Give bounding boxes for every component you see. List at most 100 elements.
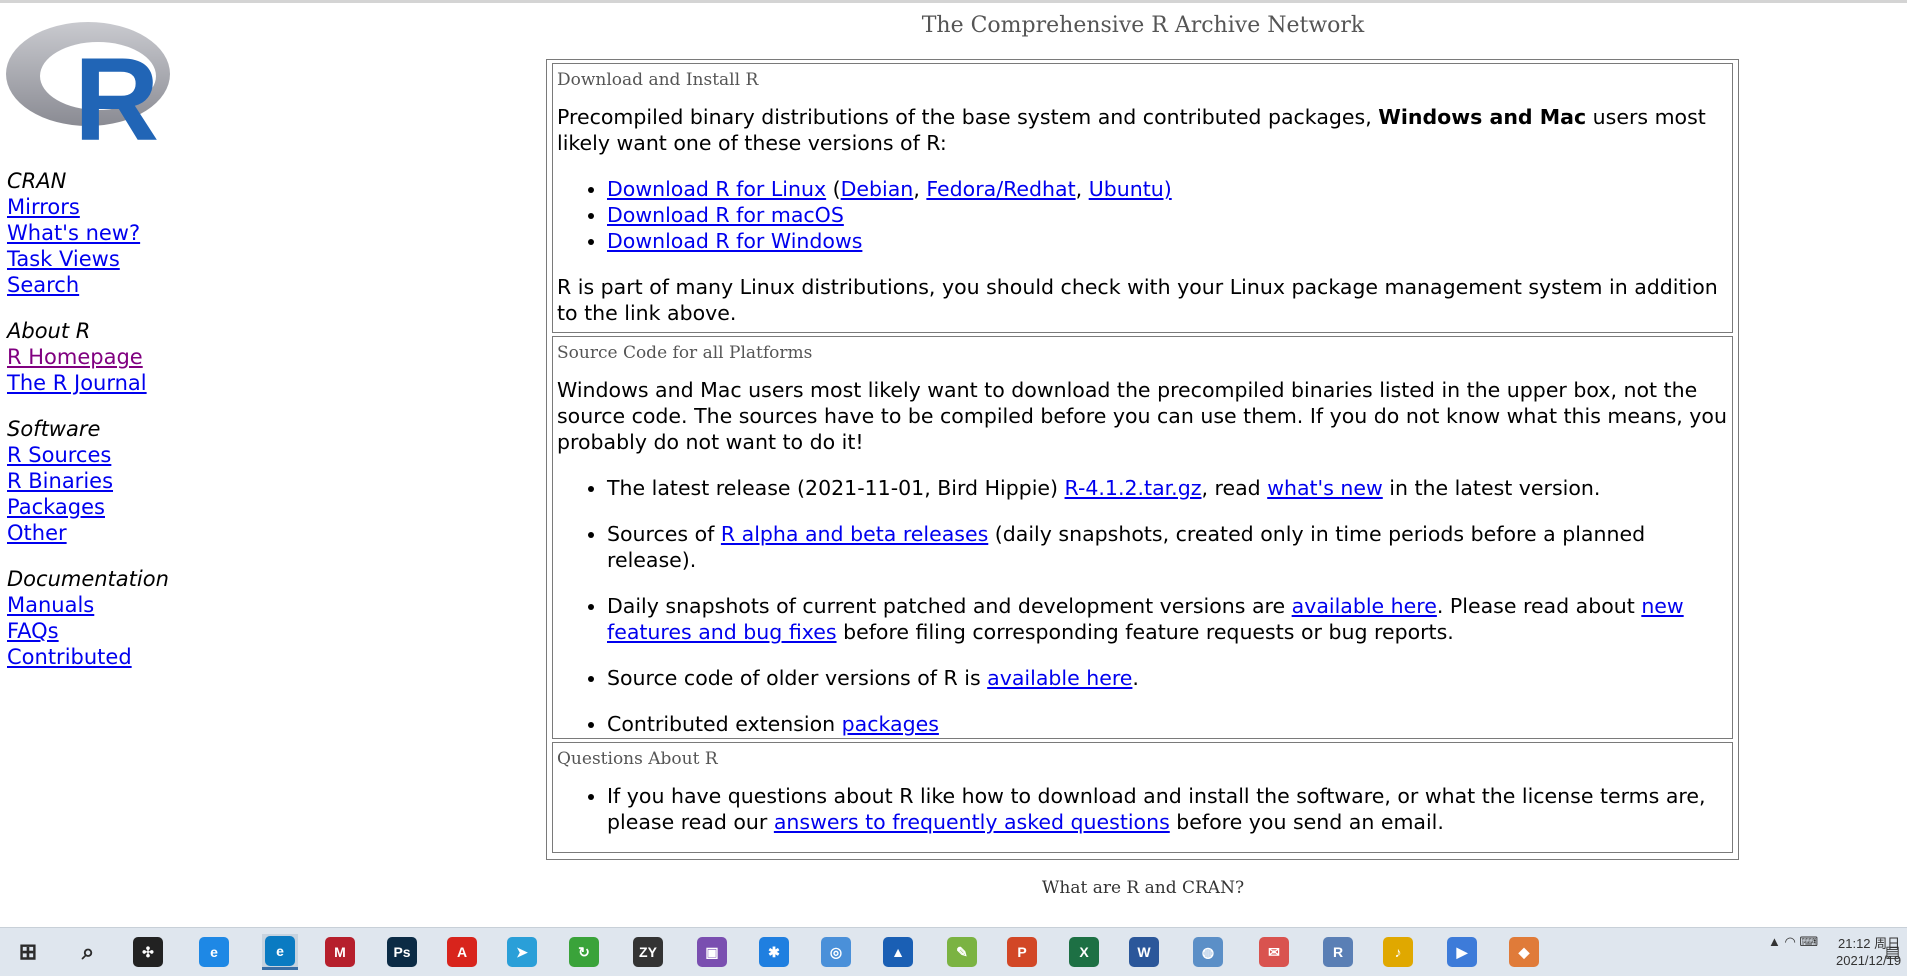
bag-app-icon[interactable]: ◆ (1506, 934, 1542, 970)
powerpoint-icon-glyph: P (1007, 937, 1037, 967)
nav-link-manuals[interactable]: Manuals (7, 592, 94, 618)
nav-link-faqs[interactable]: FAQs (7, 618, 59, 644)
nav-link-packages[interactable]: Packages (7, 494, 105, 520)
nav-group-documentation: Documentation Manuals FAQs Contributed (7, 566, 267, 670)
download-macos-link[interactable]: Download R for macOS (607, 203, 844, 227)
item-text: , read (1201, 476, 1268, 500)
nav-link-r-journal[interactable]: The R Journal (7, 370, 147, 396)
pointer-app-icon[interactable]: ▲ (880, 934, 916, 970)
item-text: in the latest version. (1382, 476, 1601, 500)
nav-group-about-r: About R R Homepage The R Journal (7, 318, 267, 396)
network-app-icon[interactable]: ◎ (818, 934, 854, 970)
assistant-icon[interactable]: ✱ (756, 934, 792, 970)
list-item: The latest release (2021-11-01, Bird Hip… (607, 475, 1728, 501)
ubuntu-link[interactable]: Ubuntu) (1089, 177, 1172, 201)
mendeley-icon[interactable]: M (322, 934, 358, 970)
r-app-icon-glyph: R (1323, 937, 1353, 967)
search-icon[interactable]: ⌕ (70, 934, 106, 970)
list-item: Source code of older versions of R is av… (607, 665, 1728, 691)
nav-link-search[interactable]: Search (7, 272, 79, 298)
pinwheel-app-icon[interactable]: ✣ (130, 934, 166, 970)
mendeley-icon-glyph: M (325, 937, 355, 967)
item-text: . (1132, 666, 1139, 690)
alpha-beta-link[interactable]: R alpha and beta releases (721, 522, 988, 546)
source-intro: Windows and Mac users most likely want t… (557, 378, 1727, 454)
paren-text: ( (826, 177, 841, 201)
globe-app-icon[interactable]: ◍ (1190, 934, 1226, 970)
nav-link-whats-new[interactable]: What's new? (7, 220, 140, 246)
search-icon-glyph: ⌕ (81, 939, 95, 964)
item-text: Contributed extension (607, 712, 842, 736)
r-app-icon[interactable]: R (1320, 934, 1356, 970)
page-title: The Comprehensive R Archive Network (921, 13, 1365, 38)
excel-icon[interactable]: X (1066, 934, 1102, 970)
update-icon[interactable]: ↻ (566, 934, 602, 970)
tray-wifi-icon[interactable]: ▲ ◠ ⌨ (1768, 934, 1818, 950)
windows-taskbar: ⊞ ⌕ ✣ e e M Ps A ➤ ↻ ZY ▣ ✱ ◎ ▲ ✎ P X W ◍ ✉ R ♪ ▶ ◆ ▲ ◠ ⌨ 21:12 … (0, 927, 1907, 976)
latest-release-link[interactable]: R-4.1.2.tar.gz (1065, 476, 1202, 500)
sidebar-nav: CRAN Mirrors What's new? Task Views Sear… (7, 168, 267, 690)
download-windows-link[interactable]: Download R for Windows (607, 229, 862, 253)
questions-list: If you have questions about R like how t… (557, 783, 1728, 835)
item-text: Source code of older versions of R is (607, 666, 988, 690)
pinwheel-app-icon-glyph: ✣ (133, 937, 163, 967)
older-versions-link[interactable]: available here (987, 666, 1132, 690)
media-app-icon[interactable]: ♪ (1380, 934, 1416, 970)
download-intro-text: Precompiled binary distributions of the … (557, 105, 1379, 129)
download-linux-link[interactable]: Download R for Linux (607, 177, 826, 201)
nav-link-contributed[interactable]: Contributed (7, 644, 132, 670)
top-border (0, 0, 1907, 3)
video-app-icon[interactable]: ▶ (1444, 934, 1480, 970)
fedora-link[interactable]: Fedora/Redhat (926, 177, 1075, 201)
questions-panel-title: Questions About R (557, 749, 718, 769)
word-icon[interactable]: W (1126, 934, 1162, 970)
notes-app-icon-glyph: ✎ (947, 937, 977, 967)
nav-link-r-sources[interactable]: R Sources (7, 442, 111, 468)
faq-answers-link[interactable]: answers to frequently asked questions (774, 810, 1170, 834)
contributed-packages-link[interactable]: packages (842, 712, 939, 736)
update-icon-glyph: ↻ (569, 937, 599, 967)
comma-text: , (1075, 177, 1089, 201)
photoshop-icon[interactable]: Ps (384, 934, 420, 970)
telegram-icon[interactable]: ➤ (504, 934, 540, 970)
telegram-icon-glyph: ➤ (507, 937, 537, 967)
nav-link-other[interactable]: Other (7, 520, 67, 546)
globe-app-icon-glyph: ◍ (1193, 937, 1223, 967)
list-item: Contributed extension packages (607, 711, 1728, 737)
list-item: Download R for Windows (607, 228, 1728, 254)
internet-explorer-icon[interactable]: e (196, 934, 232, 970)
notes-app-icon[interactable]: ✎ (944, 934, 980, 970)
r-logo[interactable]: R (6, 12, 174, 144)
nav-link-r-homepage[interactable]: R Homepage (7, 344, 143, 370)
acrobat-icon[interactable]: A (444, 934, 480, 970)
powerpoint-icon[interactable]: P (1004, 934, 1040, 970)
nav-link-r-binaries[interactable]: R Binaries (7, 468, 113, 494)
svg-text:R: R (74, 34, 159, 144)
list-item: Daily snapshots of current patched and d… (607, 593, 1728, 645)
zotero-icon[interactable]: ZY (630, 934, 666, 970)
section-heading-what-are-r-cran: What are R and CRAN? (1041, 878, 1245, 898)
item-text: Daily snapshots of current patched and d… (607, 594, 1292, 618)
zotero-icon-glyph: ZY (633, 937, 663, 967)
mail-app-icon[interactable]: ✉ (1256, 934, 1292, 970)
snapshots-available-link[interactable]: available here (1292, 594, 1437, 618)
source-panel: Source Code for all Platforms Windows an… (552, 336, 1733, 739)
item-text: before filing corresponding feature requ… (836, 620, 1454, 644)
photo-viewer-icon[interactable]: ▣ (694, 934, 730, 970)
download-panel: Download and Install R Precompiled binar… (552, 63, 1733, 333)
nav-link-mirrors[interactable]: Mirrors (7, 194, 80, 220)
nav-heading-documentation: Documentation (7, 567, 169, 591)
list-item: If you have questions about R like how t… (607, 783, 1728, 835)
mail-app-icon-glyph: ✉ (1259, 937, 1289, 967)
photoshop-icon-glyph: Ps (387, 937, 417, 967)
debian-link[interactable]: Debian (841, 177, 914, 201)
list-item: Download R for macOS (607, 202, 1728, 228)
whats-new-link[interactable]: what's new (1267, 476, 1383, 500)
content-table: Download and Install R Precompiled binar… (546, 59, 1739, 860)
media-app-icon-glyph: ♪ (1383, 937, 1413, 967)
windows-start-icon[interactable]: ⊞ (10, 934, 46, 970)
nav-link-task-views[interactable]: Task Views (7, 246, 120, 272)
internet-explorer-icon-glyph: e (199, 937, 229, 967)
edge-browser-icon[interactable]: e (262, 934, 298, 970)
notification-icon[interactable]: ▤ (1885, 942, 1900, 962)
